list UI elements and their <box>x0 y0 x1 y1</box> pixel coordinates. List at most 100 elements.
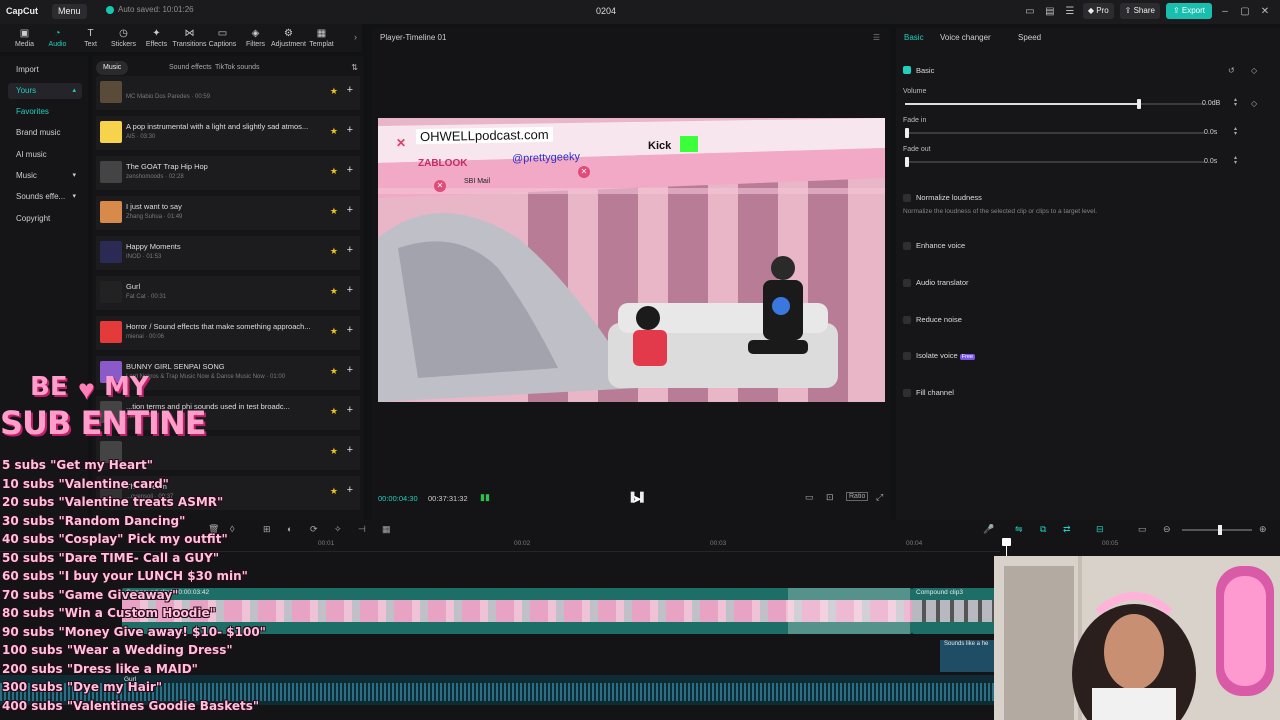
reset-icon[interactable]: ↺ <box>1228 66 1235 75</box>
nav-favorites[interactable]: Favorites <box>8 104 82 120</box>
tab-tiktok-sounds[interactable]: TikTok sounds <box>208 61 266 75</box>
filter-icon[interactable]: ⇅ <box>351 63 358 72</box>
ratio-button[interactable]: Ratio <box>846 492 869 501</box>
volume-slider[interactable] <box>905 99 1205 109</box>
track-item[interactable]: I just want to say Zhang Suhua · 01:49 ★ + <box>96 196 360 230</box>
fade-in-stepper-icon[interactable]: ▴ ▾ <box>1234 126 1242 137</box>
favorite-star-icon[interactable]: ★ <box>330 86 338 97</box>
favorite-star-icon[interactable]: ★ <box>330 206 338 217</box>
favorite-star-icon[interactable]: ★ <box>330 126 338 137</box>
enhance-voice-checkbox[interactable] <box>903 242 911 250</box>
normalize-checkbox[interactable] <box>903 194 911 202</box>
link-icon[interactable]: ⇄ <box>1063 524 1071 535</box>
basic-section-header[interactable]: Basic <box>916 66 934 75</box>
add-to-timeline-icon[interactable]: + <box>347 124 353 136</box>
tab-voice-changer[interactable]: Voice changer <box>940 33 991 42</box>
tab-music[interactable]: Music <box>96 61 129 75</box>
favorite-star-icon[interactable]: ★ <box>330 446 338 457</box>
add-to-timeline-icon[interactable]: + <box>347 244 353 256</box>
add-to-timeline-icon[interactable]: + <box>347 84 353 96</box>
tool-templates[interactable]: ▦ Templat <box>305 24 338 52</box>
link-main-track-icon[interactable]: ⇋ <box>1015 524 1023 535</box>
reduce-noise-checkbox[interactable] <box>903 316 911 324</box>
keyframe-icon[interactable]: ◇ <box>1251 66 1257 75</box>
tool-audio[interactable]: ◔ Audio <box>41 24 74 52</box>
favorite-star-icon[interactable]: ★ <box>330 366 338 377</box>
add-to-timeline-icon[interactable]: + <box>347 204 353 216</box>
expand-icon[interactable]: ⤢ <box>876 492 883 503</box>
tool-filters[interactable]: ◈ Filters <box>239 24 272 52</box>
audio-clip-sounds[interactable]: Sounds like a he <box>940 640 1000 672</box>
favorite-star-icon[interactable]: ★ <box>330 406 338 417</box>
nav-yours[interactable]: Yours ▴ <box>8 83 82 99</box>
volume-slider-knob[interactable] <box>1137 99 1141 109</box>
fade-in-slider[interactable] <box>905 128 1205 138</box>
nav-copyright[interactable]: Copyright <box>8 211 82 227</box>
nav-music[interactable]: Music ▾ <box>8 168 82 184</box>
shortcuts-icon[interactable]: ▤ <box>1043 4 1057 18</box>
tab-speed[interactable]: Speed <box>1018 33 1041 42</box>
track-item[interactable]: Happy Moments INOD · 01:53 ★ + <box>96 236 360 270</box>
playhead-handle[interactable] <box>1002 538 1011 546</box>
track-item[interactable]: The GOAT Trap Hip Hop zenshomoods · 02:28… <box>96 156 360 190</box>
close-icon[interactable]: ✕ <box>1258 4 1272 18</box>
add-to-timeline-icon[interactable]: + <box>347 404 353 416</box>
zoom-in-icon[interactable]: ⊕ <box>1259 524 1267 535</box>
track-item[interactable]: Horror / Sound effects that make somethi… <box>96 316 360 350</box>
basic-checkbox[interactable] <box>903 66 911 74</box>
nav-sound-effects[interactable]: Sounds effe... ▾ <box>8 189 82 205</box>
export-button[interactable]: ⇪ Export <box>1165 3 1212 19</box>
magic-icon[interactable]: ✧ <box>334 524 342 535</box>
tool-captions[interactable]: ▭ Captions <box>206 24 239 52</box>
tool-adjustment[interactable]: ⚙ Adjustment <box>271 24 306 52</box>
fullscreen-mode-icon[interactable]: ▭ <box>805 492 814 503</box>
menu-button[interactable]: Menu <box>52 4 87 19</box>
tool-effects[interactable]: ✦ Effects <box>140 24 173 52</box>
favorite-star-icon[interactable]: ★ <box>330 486 338 497</box>
toolbar-more-icon[interactable]: › <box>354 32 357 42</box>
fade-out-stepper-icon[interactable]: ▴ ▾ <box>1234 155 1242 166</box>
volume-value[interactable]: 0.0dB <box>1202 100 1220 107</box>
fade-out-slider-knob[interactable] <box>905 157 909 167</box>
favorite-star-icon[interactable]: ★ <box>330 326 338 337</box>
fill-channel-checkbox[interactable] <box>903 389 911 397</box>
fade-in-slider-knob[interactable] <box>905 128 909 138</box>
rotate-icon[interactable]: ⟳ <box>310 524 318 535</box>
share-button[interactable]: ⇪ Share <box>1119 3 1160 19</box>
volume-stepper-icon[interactable]: ▴ ▾ <box>1234 97 1242 108</box>
layout-icon[interactable]: ▭ <box>1023 4 1037 18</box>
nav-import[interactable]: Import <box>8 62 82 78</box>
keyframe-icon[interactable]: ◇ <box>1251 99 1257 108</box>
video-preview[interactable]: OHWELLpodcast.com @prettygeeky Kick ZABL… <box>378 118 885 402</box>
tool-text[interactable]: T Text <box>74 24 107 52</box>
maximize-icon[interactable]: ▢ <box>1238 4 1252 18</box>
split-icon[interactable]: ⊣ <box>358 524 366 535</box>
video-clip-compound-3[interactable]: Compound clip3 <box>912 588 1000 634</box>
nav-ai-music[interactable]: AI music <box>8 147 82 163</box>
tool-transitions[interactable]: ⋈ Transitions <box>173 24 207 52</box>
zoom-slider[interactable] <box>1182 525 1252 535</box>
pro-button[interactable]: ◆ Pro <box>1082 3 1114 19</box>
fade-in-value[interactable]: 0.0s <box>1204 129 1217 136</box>
track-item[interactable]: A pop instrumental with a light and slig… <box>96 116 360 150</box>
zoom-out-icon[interactable]: ⊖ <box>1163 524 1171 535</box>
add-to-timeline-icon[interactable]: + <box>347 364 353 376</box>
isolate-voice-checkbox[interactable] <box>903 352 911 360</box>
track-item[interactable]: MC Mabio Dos Paredes · 00:59 ★ + <box>96 76 360 110</box>
player-menu-icon[interactable]: ☰ <box>873 33 880 42</box>
tool-media[interactable]: ▣ Media <box>8 24 41 52</box>
tab-basic[interactable]: Basic <box>904 33 924 42</box>
add-to-timeline-icon[interactable]: + <box>347 444 353 456</box>
fade-out-value[interactable]: 0.0s <box>1204 158 1217 165</box>
favorite-star-icon[interactable]: ★ <box>330 286 338 297</box>
settings-icon[interactable]: ☰ <box>1063 4 1077 18</box>
fade-out-slider[interactable] <box>905 157 1205 167</box>
track-item[interactable]: Gurl Fat Cat · 00:31 ★ + <box>96 276 360 310</box>
add-to-timeline-icon[interactable]: + <box>347 484 353 496</box>
freeze-icon[interactable]: ▦ <box>382 524 391 535</box>
preview-axis-icon[interactable]: ⊟ <box>1096 524 1104 535</box>
favorite-star-icon[interactable]: ★ <box>330 166 338 177</box>
captions-toggle-icon[interactable]: ▭ <box>1138 524 1147 535</box>
tool-stickers[interactable]: ◷ Stickers <box>107 24 140 52</box>
add-to-timeline-icon[interactable]: + <box>347 284 353 296</box>
